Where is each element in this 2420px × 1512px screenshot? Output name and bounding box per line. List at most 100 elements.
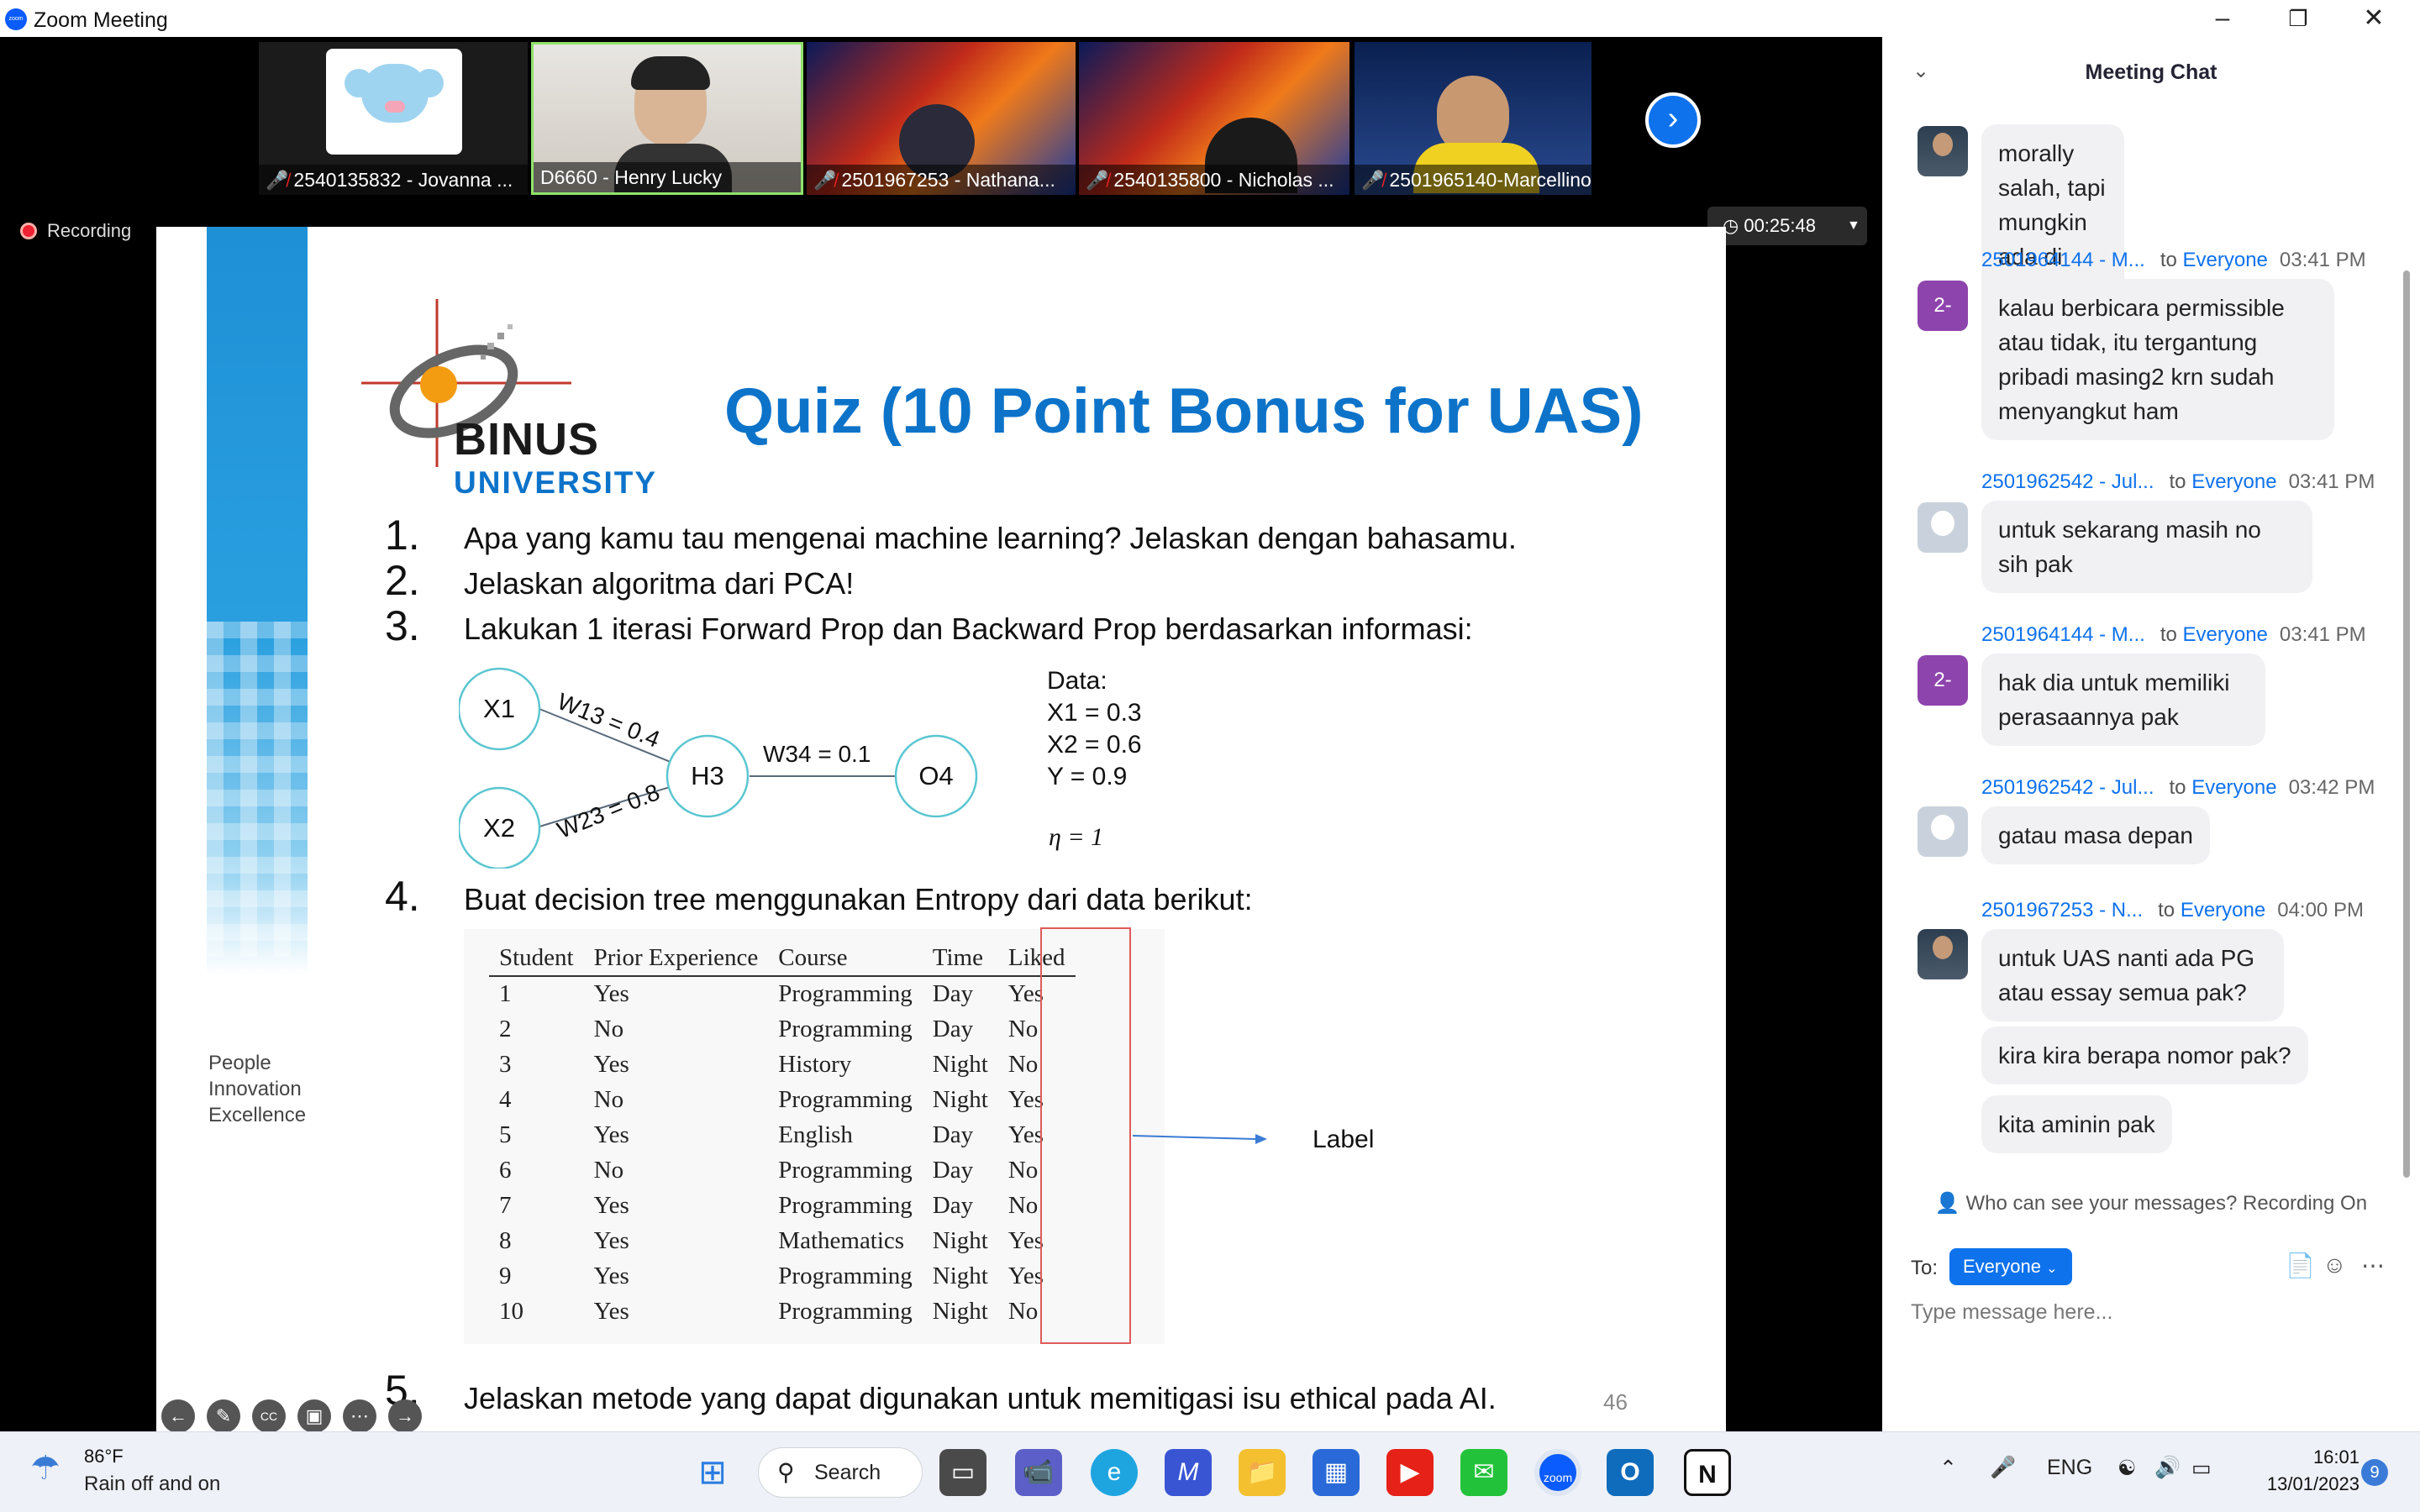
table-cell: Yes (593, 1192, 629, 1219)
microsoft-store-icon[interactable]: ▦ (1313, 1449, 1360, 1496)
weather-rain-icon[interactable]: ☂ (30, 1449, 60, 1488)
participant-tile[interactable]: 🎤̸ 2501967253 - Nathana... (807, 42, 1076, 195)
avatar (1918, 126, 1968, 176)
message-recipient: Everyone (2180, 899, 2266, 921)
video-off-icon[interactable]: ▣ (297, 1399, 331, 1433)
weather-temperature[interactable]: 86°F (84, 1446, 124, 1467)
restore-button[interactable]: ❐ (2260, 0, 2336, 37)
notification-badge[interactable]: 9 (2361, 1459, 2388, 1486)
minimize-button[interactable]: – (2185, 0, 2260, 37)
table-row: 7 Yes Programming Day No (489, 1189, 1076, 1224)
microphone-icon[interactable]: 🎤 (1990, 1456, 2016, 1480)
table-cell: Night (932, 1051, 988, 1078)
chat-message-bubble[interactable]: untuk UAS nanti ada PG atau essay semua … (1981, 929, 2284, 1021)
math-app-icon[interactable]: M (1165, 1449, 1212, 1496)
emoji-icon[interactable]: ☺ (2323, 1252, 2347, 1278)
avatar: 2- (1918, 655, 1968, 706)
participant-tile[interactable]: 🎤̸ 2540135832 - Jovanna ... (259, 42, 528, 195)
participant-tile-active[interactable]: D6660 - Henry Lucky (531, 42, 803, 195)
table-row: 10 Yes Programming Night No (489, 1294, 1076, 1330)
close-button[interactable]: ✕ (2336, 0, 2412, 37)
table-cell: Night (932, 1086, 988, 1113)
battery-icon[interactable]: ▭ (2191, 1456, 2212, 1481)
chat-message-bubble[interactable]: kira kira berapa nomor pak? (1981, 1026, 2308, 1084)
table-cell: Night (932, 1298, 988, 1325)
weather-description[interactable]: Rain off and on (84, 1473, 220, 1496)
chevron-down-icon: ⌄ (2046, 1262, 2058, 1276)
avatar: 2- (1918, 281, 1968, 331)
table-cell: Yes (593, 1298, 629, 1325)
start-icon[interactable]: ⊞ (689, 1449, 736, 1496)
message-sender[interactable]: 2501962542 - Jul... (1981, 776, 2154, 799)
table-cell: Yes (593, 1263, 629, 1289)
next-slide-icon[interactable]: → (388, 1399, 422, 1433)
person-icon: 👤 (1934, 1192, 1960, 1215)
youtube-icon[interactable]: ▶ (1386, 1449, 1434, 1496)
chat-message-bubble[interactable]: hak dia untuk memiliki perasaannya pak (1981, 654, 2265, 746)
meeting-timer[interactable]: ◷ 00:25:48 ▼ (1707, 207, 1867, 245)
next-participants-button[interactable]: › (1645, 92, 1701, 148)
message-header: 2501962542 - Jul... to Everyone 03:41 PM (1981, 470, 2375, 494)
search-icon: ⚲ (777, 1459, 795, 1485)
taskbar-search[interactable]: ⚲ Search (758, 1447, 923, 1498)
table-cell: No (593, 1157, 624, 1184)
recipient-select[interactable]: Everyone ⌄ (1949, 1248, 2072, 1285)
teams-chat-icon[interactable]: 📹 (1015, 1449, 1062, 1496)
participant-tile[interactable]: 🎤̸ 2501965140-Marcellino... (1355, 42, 1591, 195)
message-recipient: Everyone (2191, 470, 2277, 493)
table-cell: Yes (593, 1227, 629, 1254)
file-explorer-icon[interactable]: 📁 (1239, 1449, 1286, 1496)
zoom-taskbar-icon[interactable]: zoom (1534, 1449, 1581, 1496)
participant-name: D6660 - Henry Lucky (534, 162, 801, 192)
to-label: To: (1911, 1257, 1939, 1279)
table-cell: Day (932, 1121, 974, 1148)
input-language[interactable]: ENG (2047, 1456, 2092, 1480)
table-row: 8 Yes Mathematics Night Yes (489, 1224, 1076, 1259)
message-sender[interactable]: 2501964144 - M... (1981, 249, 2145, 271)
logo-word: BINUS (454, 414, 600, 465)
edge-browser-icon[interactable]: e (1091, 1449, 1138, 1496)
pen-icon[interactable]: ✎ (207, 1399, 240, 1433)
wifi-icon[interactable]: ☯ (2118, 1456, 2136, 1481)
chat-message-bubble[interactable]: kalau berbicara permissible atau tidak, … (1981, 279, 2334, 440)
chat-message-bubble[interactable]: untuk sekarang masih no sih pak (1981, 501, 2312, 593)
outlook-icon[interactable]: O (1607, 1449, 1654, 1496)
zoom-app-icon: zoom (5, 8, 27, 30)
notion-icon[interactable]: N (1684, 1449, 1731, 1496)
message-recipient: Everyone (2191, 776, 2277, 799)
file-icon[interactable]: 📄 (2286, 1252, 2315, 1279)
more-icon[interactable]: ⋯ (2361, 1252, 2385, 1279)
chat-message-bubble[interactable]: gatau masa depan (1981, 806, 2210, 864)
chat-message-input[interactable] (1911, 1295, 2381, 1329)
meeting-area: 🎤̸ 2540135832 - Jovanna ... D6660 - Henry… (0, 37, 1882, 1441)
task-view-icon[interactable]: ▭ (939, 1449, 986, 1496)
message-to: to (2169, 470, 2186, 493)
column-header: Student (489, 939, 584, 977)
message-sender[interactable]: 2501962542 - Jul... (1981, 470, 2154, 493)
chat-message-bubble[interactable]: kita aminin pak (1981, 1095, 2172, 1153)
question-text: Jelaskan metode yang dapat digunakan unt… (464, 1381, 1497, 1415)
arrow-right-icon (1133, 1134, 1267, 1144)
participant-name: 🎤̸ 2501965140-Marcellino... (1355, 165, 1591, 195)
message-time: 03:41 PM (2288, 470, 2375, 493)
message-header: 2501967253 - N... to Everyone 04:00 PM (1981, 899, 2364, 922)
line-app-icon[interactable]: ✉ (1460, 1449, 1507, 1496)
volume-icon[interactable]: 🔊 (2154, 1456, 2181, 1480)
table-cell: Day (932, 980, 974, 1007)
more-icon[interactable]: ⋯ (343, 1399, 376, 1433)
table-row: 5 Yes English Day Yes (489, 1118, 1076, 1153)
previous-slide-icon[interactable]: ← (161, 1399, 195, 1433)
chat-privacy-notice[interactable]: 👤 Who can see your messages? Recording O… (1882, 1191, 2420, 1215)
chevron-up-icon[interactable]: ⌃ (1939, 1456, 1957, 1481)
participant-tile[interactable]: 🎤̸ 2540135800 - Nicholas ... (1079, 42, 1349, 195)
captions-icon[interactable]: CC (252, 1399, 286, 1433)
system-clock[interactable]: 16:01 13/01/2023 (2242, 1444, 2360, 1498)
chat-scrollbar[interactable] (2403, 270, 2410, 1178)
message-sender[interactable]: 2501967253 - N... (1981, 899, 2143, 921)
muted-mic-icon: 🎤̸ (1361, 170, 1385, 191)
table-cell: 2 (499, 1016, 512, 1042)
message-sender[interactable]: 2501964144 - M... (1981, 623, 2145, 646)
participant-name: 🎤̸ 2540135832 - Jovanna ... (259, 165, 528, 195)
table-cell: Day (932, 1192, 974, 1219)
question-text: Buat decision tree menggunakan Entropy d… (464, 882, 1253, 916)
